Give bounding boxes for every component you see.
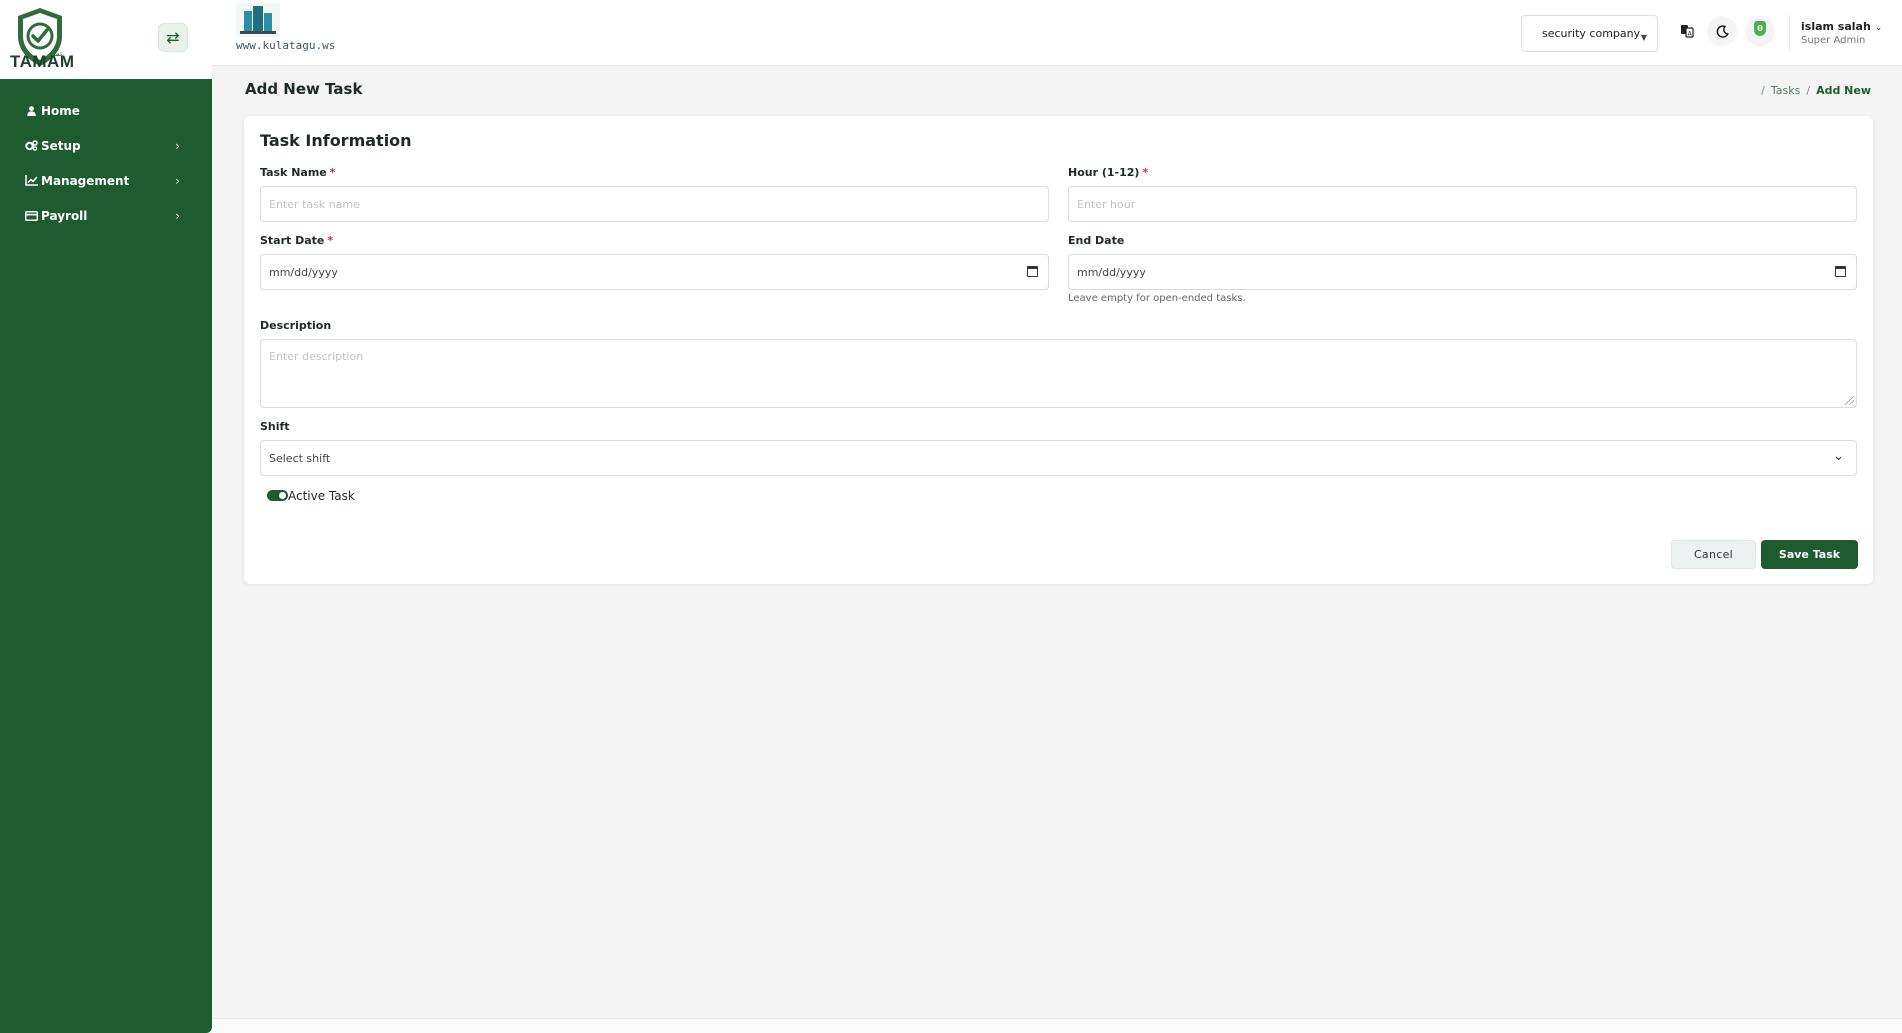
description-label: Description xyxy=(260,319,332,332)
chart-line-icon xyxy=(24,175,38,186)
company-url[interactable]: www.kulatagu.ws xyxy=(236,39,335,52)
resize-handle[interactable] xyxy=(1845,396,1854,405)
notifications-button[interactable]: 0 xyxy=(1745,16,1775,46)
section-title: Task Information xyxy=(260,131,412,150)
start-date-label-text: Start Date xyxy=(260,234,325,247)
description-textarea[interactable]: Enter description xyxy=(260,339,1857,408)
sidebar-nav: Home Setup › Management › Payroll › xyxy=(0,79,212,233)
user-icon xyxy=(24,105,38,116)
company-select-value: security company xyxy=(1542,27,1641,40)
gears-icon xyxy=(24,140,38,151)
header-divider xyxy=(1789,15,1790,51)
caret-down-icon: ▼ xyxy=(1640,33,1647,42)
chevron-right-icon: › xyxy=(175,138,180,153)
sidebar-item-management[interactable]: Management › xyxy=(0,163,212,198)
theme-toggle-button[interactable] xyxy=(1707,16,1737,46)
required-marker: * xyxy=(1142,166,1149,179)
shift-select[interactable]: Select shift ⌄ xyxy=(260,440,1857,476)
chevron-down-icon: ⌄ xyxy=(1833,449,1844,464)
end-date-value: mm/dd/yyyy xyxy=(1077,265,1146,279)
breadcrumb-tasks-link[interactable]: Tasks xyxy=(1771,84,1800,97)
end-date-hint: Leave empty for open-ended tasks. xyxy=(1068,293,1246,304)
translate-icon: A xyxy=(1681,25,1694,38)
page-footer xyxy=(212,1018,1902,1033)
chevron-down-icon: ⌄ xyxy=(1874,23,1883,33)
swap-arrows-icon: ⇄ xyxy=(166,28,180,47)
notification-badge: 0 xyxy=(1754,21,1766,36)
sidebar-toggle-button[interactable]: ⇄ xyxy=(158,23,188,52)
hour-label-text: Hour (1-12) xyxy=(1068,166,1140,179)
task-name-label: Task Name * xyxy=(260,166,336,179)
save-task-button[interactable]: Save Task xyxy=(1761,540,1858,569)
company-select[interactable]: security company ▼ xyxy=(1521,15,1658,52)
cancel-button[interactable]: Cancel xyxy=(1671,540,1756,569)
task-name-placeholder: Enter task name xyxy=(269,197,360,211)
active-task-toggle[interactable] xyxy=(267,490,288,501)
sidebar-item-payroll[interactable]: Payroll › xyxy=(0,198,212,233)
hour-label: Hour (1-12) * xyxy=(1068,166,1148,179)
chevron-right-icon: › xyxy=(175,208,180,223)
sidebar-brand: تمام TAMAM ⇄ xyxy=(0,0,212,79)
task-name-input[interactable]: Enter task name xyxy=(260,186,1049,222)
moon-icon xyxy=(1716,24,1729,38)
sidebar-item-setup[interactable]: Setup › xyxy=(0,128,212,163)
description-placeholder: Enter description xyxy=(269,350,364,363)
active-task-label: Active Task xyxy=(288,489,355,503)
user-role: Super Admin xyxy=(1801,35,1866,46)
page-title: Add New Task xyxy=(245,80,363,98)
brand-name: TAMAM xyxy=(10,52,75,71)
start-date-value: mm/dd/yyyy xyxy=(269,265,338,279)
sidebar-item-home[interactable]: Home xyxy=(0,93,212,128)
toggle-knob xyxy=(279,492,286,499)
breadcrumb-current: Add New xyxy=(1816,84,1871,97)
end-date-label: End Date xyxy=(1068,234,1125,247)
start-date-input[interactable]: mm/dd/yyyy xyxy=(260,254,1049,290)
credit-card-icon xyxy=(24,210,38,221)
required-marker: * xyxy=(329,166,336,179)
user-menu[interactable]: islam salah ⌄ xyxy=(1801,20,1882,33)
required-marker: * xyxy=(327,234,334,247)
sidebar: تمام TAMAM ⇄ Home Setup › Management › P… xyxy=(0,0,212,1033)
shift-label: Shift xyxy=(260,420,290,433)
task-form-card: Task Information Task Name * Enter task n… xyxy=(244,116,1873,584)
hour-placeholder: Enter hour xyxy=(1077,197,1136,211)
company-logo xyxy=(236,3,280,37)
breadcrumb-separator: / xyxy=(1761,84,1765,97)
user-name: islam salah xyxy=(1801,20,1871,33)
top-header: www.kulatagu.ws security company ▼ A 0 i… xyxy=(212,0,1902,66)
sidebar-item-label: Setup xyxy=(41,138,81,153)
sidebar-item-label: Home xyxy=(41,103,80,118)
shift-select-value: Select shift xyxy=(269,451,331,465)
end-date-input[interactable]: mm/dd/yyyy xyxy=(1068,254,1857,290)
chevron-right-icon: › xyxy=(175,173,180,188)
language-button[interactable]: A xyxy=(1672,16,1702,46)
sidebar-item-label: Management xyxy=(41,173,130,188)
calendar-icon[interactable] xyxy=(1835,266,1846,277)
task-name-label-text: Task Name xyxy=(260,166,327,179)
hour-input[interactable]: Enter hour xyxy=(1068,186,1857,222)
breadcrumb: / Tasks / Add New xyxy=(1761,84,1871,97)
breadcrumb-separator: / xyxy=(1806,84,1811,97)
start-date-label: Start Date * xyxy=(260,234,333,247)
sidebar-item-label: Payroll xyxy=(41,208,88,223)
calendar-icon[interactable] xyxy=(1027,266,1038,277)
